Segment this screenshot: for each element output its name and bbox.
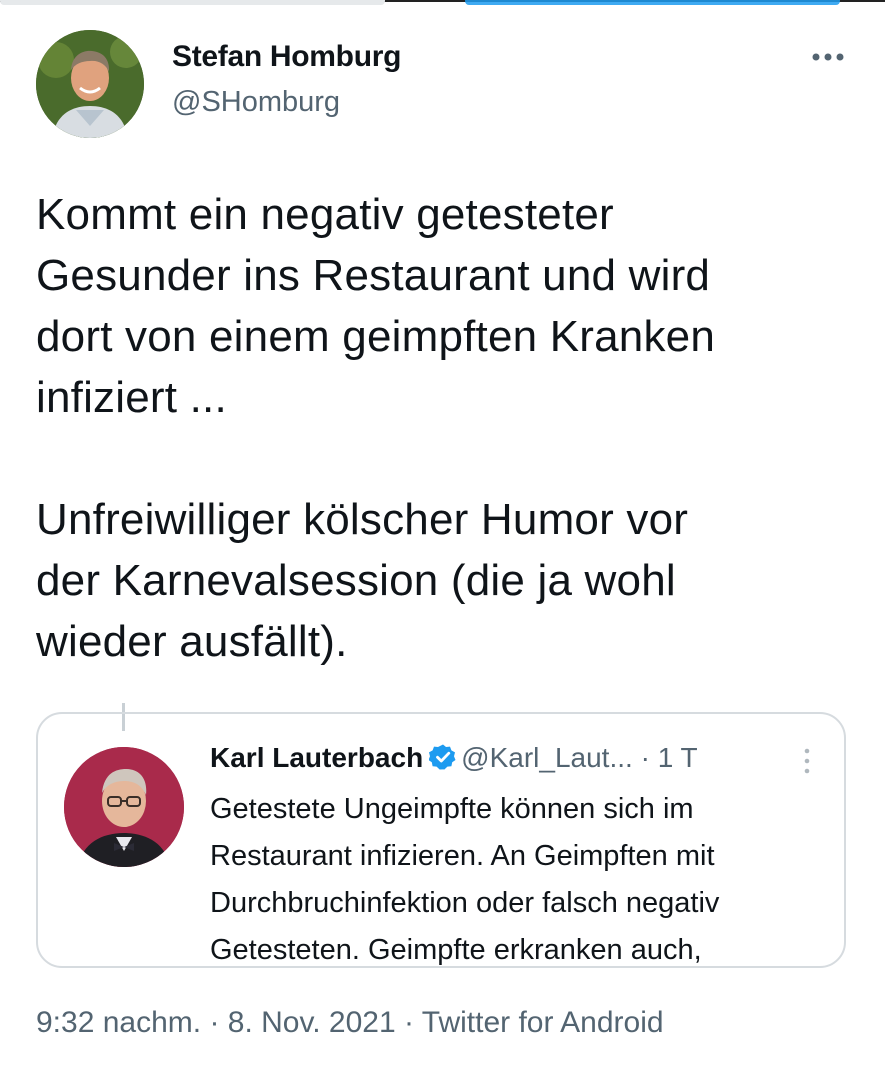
quote-header: Karl Lauterbach @Karl_Laut... · 1 T <box>210 742 698 774</box>
profile-photo-icon <box>64 747 184 867</box>
tweet-date[interactable]: 8. Nov. 2021 <box>228 1006 396 1039</box>
tweet-text: Kommt ein negativ getesteter Gesunder in… <box>36 190 716 666</box>
author-handle[interactable]: @SHomburg <box>172 86 340 119</box>
meta-separator: · <box>201 1006 228 1039</box>
quote-text: Getestete Ungeimpfte können sich im Rest… <box>210 793 720 966</box>
quote-author-avatar[interactable] <box>64 747 184 867</box>
author-avatar[interactable] <box>36 30 144 138</box>
meta-separator: · <box>395 1006 422 1039</box>
quote-more-icon[interactable] <box>800 746 814 778</box>
top-scroll-indicator <box>0 0 885 8</box>
top-tab-indicator-right <box>465 0 840 5</box>
quote-separator: · <box>632 742 658 773</box>
tweet-meta: 9:32 nachm. · 8. Nov. 2021 · Twitter for… <box>36 1006 664 1040</box>
more-options-icon[interactable] <box>808 42 848 72</box>
tweet-timestamp[interactable]: 9:32 nachm. <box>36 1006 201 1039</box>
quote-author-handle[interactable]: @Karl_Laut... <box>461 742 633 773</box>
top-tab-indicator-left <box>0 0 385 5</box>
tweet-source[interactable]: Twitter for Android <box>422 1006 664 1039</box>
profile-photo-icon <box>36 30 144 138</box>
quote-time[interactable]: 1 T <box>658 742 698 773</box>
author-name[interactable]: Stefan Homburg <box>172 40 401 74</box>
quote-author-name[interactable]: Karl Lauterbach <box>210 742 423 773</box>
verified-badge-icon <box>428 743 457 771</box>
